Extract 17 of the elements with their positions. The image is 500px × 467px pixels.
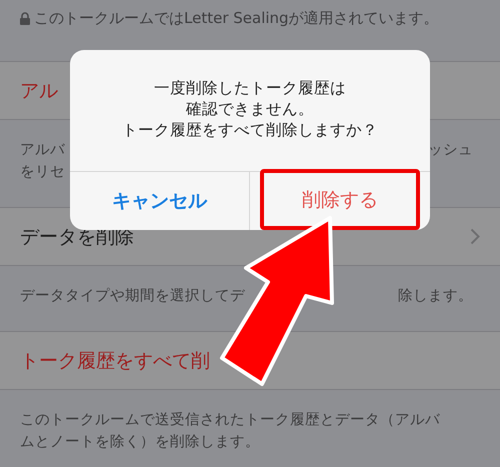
row-title: アル [20, 78, 58, 104]
description-text: ムとノートを除く）を削除します。 [20, 432, 260, 450]
alert-message: 一度削除したトーク履歴は [154, 78, 346, 99]
settings-row[interactable]: トーク履歴をすべて削 [0, 332, 500, 390]
chevron-icon [470, 228, 480, 245]
lock-icon [20, 12, 30, 25]
alert-message: トーク履歴をすべて削除しますか？ [122, 120, 378, 141]
description-text: 除します。 [398, 286, 474, 304]
description-text: ッシュ [428, 140, 474, 158]
delete-button[interactable]: 削除する [260, 169, 420, 230]
description-text: をリセ [20, 162, 65, 180]
alert-message: 確認できません。 [186, 99, 314, 120]
description-text: データタイプや期間を選択してデ [20, 286, 245, 304]
notice-text: このトークルームではLetter Sealingが適用されています。 [34, 8, 439, 29]
row-title: トーク履歴をすべて削 [20, 348, 210, 374]
description-text: アルバ [20, 140, 65, 158]
description-text: このトークルームで送受信されたトーク履歴とデータ（アルバ [20, 410, 440, 428]
